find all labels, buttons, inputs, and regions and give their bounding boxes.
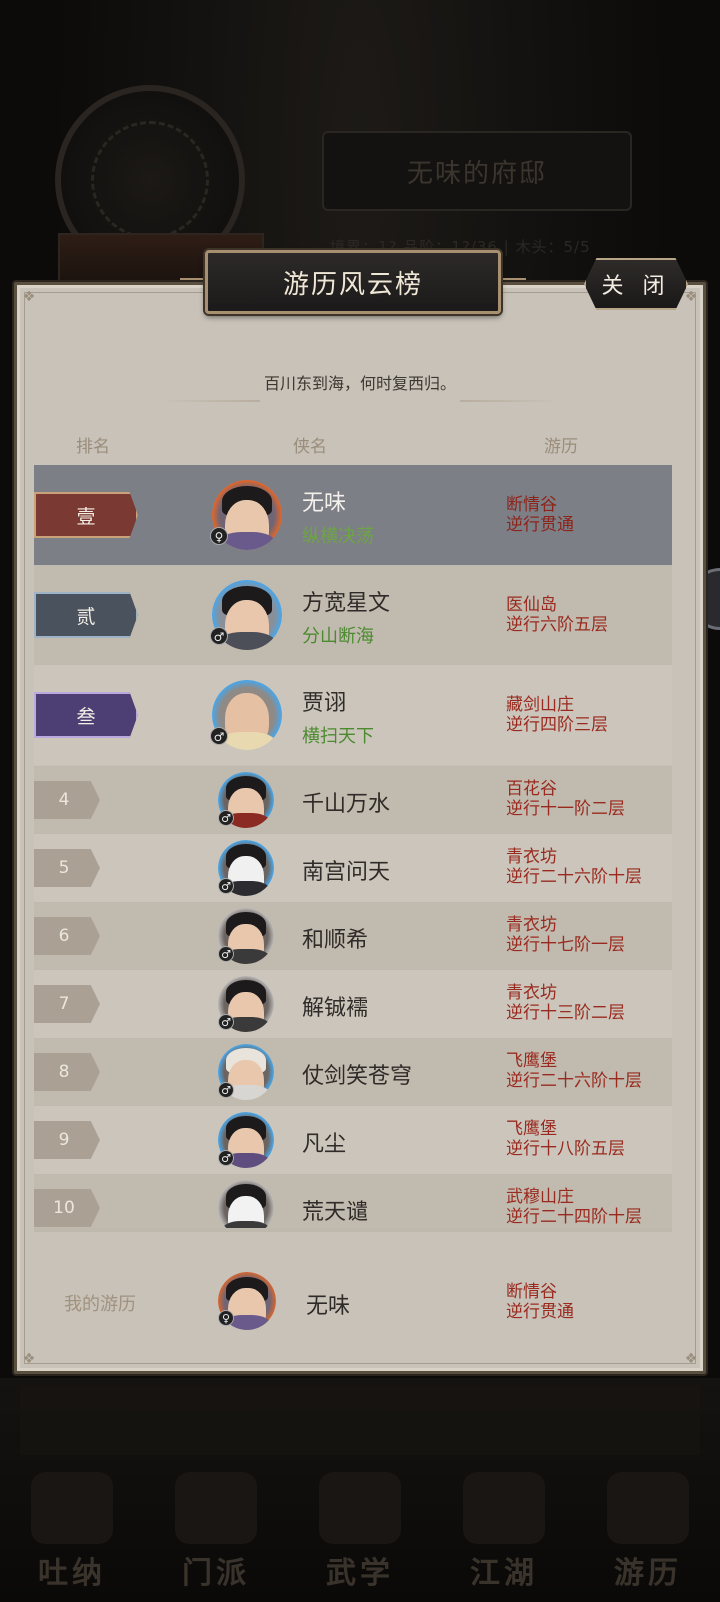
leaderboard-row[interactable]: 贰 ♂ 方宽星文 分山断海 医仙岛 逆行六阶五层 (34, 565, 672, 665)
tuna-icon (31, 1472, 113, 1544)
avatar[interactable] (218, 1180, 274, 1230)
column-header-travel: 游历 (544, 437, 578, 457)
mansion-name-plate: 无味的府邸 (322, 131, 632, 211)
rank-badge: 6 (34, 917, 100, 955)
corner-ornament-icon: ❖ (684, 289, 698, 305)
tab-menpai[interactable]: 门派 (156, 1472, 276, 1592)
male-icon: ♂ (218, 1014, 234, 1030)
title-ornament-left (180, 278, 206, 288)
male-icon: ♂ (218, 946, 234, 962)
female-icon: ♀ (218, 1310, 234, 1326)
male-icon: ♂ (218, 878, 234, 894)
close-button[interactable]: 关 闭 (584, 258, 688, 310)
bottom-tabs: 吐纳 门派 武学 江湖 游历 (0, 1460, 720, 1602)
mansion-name: 无味的府邸 (406, 158, 547, 189)
tab-youli[interactable]: 游历 (588, 1472, 708, 1592)
rank-badge: 7 (34, 985, 100, 1023)
hero-name: 凡尘 (302, 1132, 347, 1157)
rank-badge: 贰 (34, 592, 138, 638)
rank-badge: 4 (34, 781, 100, 819)
male-icon: ♂ (210, 627, 228, 645)
tab-tuna[interactable]: 吐纳 (12, 1472, 132, 1592)
menpai-icon (175, 1472, 257, 1544)
motto-divider-left (160, 400, 260, 402)
rank-badge: 9 (34, 1121, 100, 1159)
leaderboard-row[interactable]: 5 ♂ 南宫问天 青衣坊 逆行二十六阶十层 (34, 834, 672, 902)
rank-badge: 8 (34, 1053, 100, 1091)
leaderboard-row[interactable]: 4 ♂ 千山万水 百花谷 逆行十一阶二层 (34, 766, 672, 834)
hero-name: 仗剑笑苍穹 (302, 1064, 413, 1089)
rank-badge: 叁 (34, 692, 138, 738)
travel-info: 百花谷 逆行十一阶二层 (506, 779, 625, 819)
male-icon: ♂ (218, 810, 234, 826)
hero-name: 无味 (302, 491, 347, 516)
hero-name: 贾诩 (302, 691, 347, 716)
rank-badge: 5 (34, 849, 100, 887)
travel-info: 藏剑山庄 逆行四阶三层 (506, 695, 608, 735)
travel-info: 武穆山庄 逆行二十四阶十层 (506, 1187, 642, 1227)
leaderboard-row[interactable]: 壹 ♀ 无味 纵横决荡 断情谷 逆行贯通 (34, 465, 672, 565)
column-header-name: 侠名 (293, 437, 327, 457)
leaderboard-row[interactable]: 6 ♂ 和顺希 青衣坊 逆行十七阶一层 (34, 902, 672, 970)
tab-wuxue[interactable]: 武学 (300, 1472, 420, 1592)
my-travel-row[interactable]: 我的游历 ♀ 无味 断情谷 逆行贯通 (34, 1260, 672, 1344)
travel-info: 飞鹰堡 逆行十八阶五层 (506, 1119, 625, 1159)
list-scroll-edge (34, 1228, 672, 1232)
hero-name: 无味 (306, 1294, 351, 1319)
youli-icon (607, 1472, 689, 1544)
travel-info: 青衣坊 逆行十七阶一层 (506, 915, 625, 955)
leaderboard-row[interactable]: 7 ♂ 解铖襦 青衣坊 逆行十三阶二层 (34, 970, 672, 1038)
title-ornament-right (500, 278, 526, 288)
corner-ornament-icon: ❖ (684, 1351, 698, 1367)
travel-info: 青衣坊 逆行十三阶二层 (506, 983, 625, 1023)
rank-badge: 10 (34, 1189, 100, 1227)
wuxue-icon (319, 1472, 401, 1544)
travel-info: 断情谷 逆行贯通 (506, 1282, 574, 1322)
travel-info: 断情谷 逆行贯通 (506, 495, 574, 535)
rank-badge: 壹 (34, 492, 138, 538)
leaderboard-row[interactable]: 叁 ♂ 贾诩 横扫天下 藏剑山庄 逆行四阶三层 (34, 665, 672, 765)
hero-name: 和顺希 (302, 928, 369, 953)
hero-name: 南宫问天 (302, 860, 391, 885)
male-icon: ♂ (210, 727, 228, 745)
my-travel-label: 我的游历 (64, 1294, 136, 1315)
bottom-scene (20, 1385, 700, 1455)
travel-info: 飞鹰堡 逆行二十六阶十层 (506, 1051, 642, 1091)
travel-info: 青衣坊 逆行二十六阶十层 (506, 847, 642, 887)
motto-text: 百川东到海，何时复西归。 (263, 374, 456, 393)
hero-name: 千山万水 (302, 792, 391, 817)
motto-divider-right (460, 400, 560, 402)
hero-title: 纵横决荡 (302, 526, 374, 547)
leaderboard-row[interactable]: 8 ♂ 仗剑笑苍穹 飞鹰堡 逆行二十六阶十层 (34, 1038, 672, 1106)
corner-ornament-icon: ❖ (22, 1351, 36, 1367)
male-icon: ♂ (218, 1082, 234, 1098)
hero-title: 横扫天下 (302, 726, 374, 747)
male-icon: ♂ (218, 1150, 234, 1166)
panel-title: 游历风云榜 (282, 269, 423, 300)
close-button-label: 关 闭 (601, 274, 671, 299)
leaderboard-row[interactable]: 9 ♂ 凡尘 飞鹰堡 逆行十八阶五层 (34, 1106, 672, 1174)
tab-jianghu[interactable]: 江湖 (444, 1472, 564, 1592)
corner-ornament-icon: ❖ (22, 289, 36, 305)
travel-info: 医仙岛 逆行六阶五层 (506, 595, 608, 635)
hero-name: 荒天谴 (302, 1200, 369, 1225)
leaderboard-row[interactable]: 10 荒天谴 武穆山庄 逆行二十四阶十层 (34, 1174, 672, 1230)
hero-name: 方宽星文 (302, 591, 391, 616)
hero-title: 分山断海 (302, 626, 374, 647)
jianghu-icon (463, 1472, 545, 1544)
hero-name: 解铖襦 (302, 996, 369, 1021)
column-header-rank: 排名 (76, 437, 110, 457)
female-icon: ♀ (210, 527, 228, 545)
panel-title-plate: 游历风云榜 (205, 250, 501, 314)
